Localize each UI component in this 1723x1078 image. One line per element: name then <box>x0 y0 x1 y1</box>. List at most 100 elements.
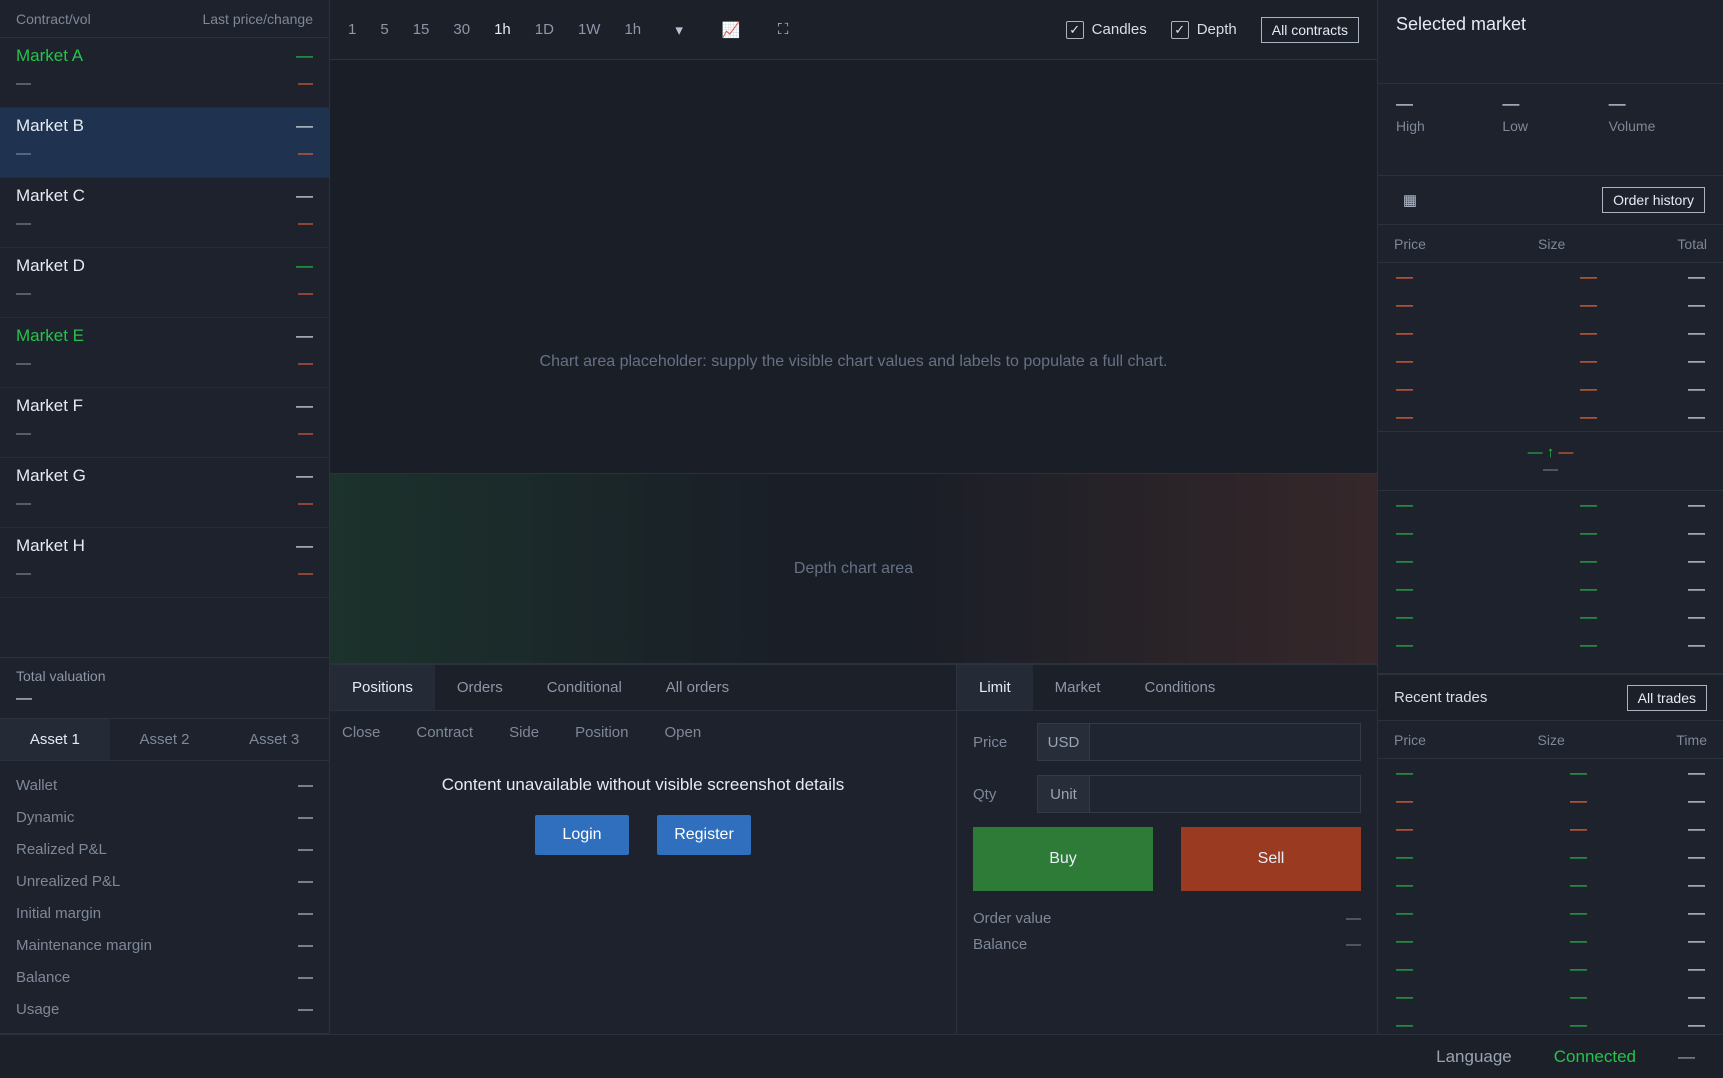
register-button[interactable]: Register <box>657 815 751 855</box>
market-item-selected[interactable]: Market B — — — <box>0 108 329 178</box>
order-history-button[interactable]: Order history <box>1602 187 1705 213</box>
trade-size: — <box>1570 819 1587 838</box>
order-type-tabs: Limit Market Conditions <box>957 665 1377 711</box>
balance-row: Balance — <box>973 931 1361 957</box>
trade-buttons: Buy Sell <box>973 827 1361 891</box>
asset-tabs: Asset 1 Asset 2 Asset 3 <box>0 719 329 761</box>
ask-row[interactable]: — — — <box>1378 375 1723 403</box>
interval-option[interactable]: 1D <box>535 21 554 38</box>
metric-value: — <box>298 776 313 794</box>
chevron-down-icon[interactable]: ▾ <box>665 16 693 44</box>
trade-size: — <box>1570 987 1587 1006</box>
market-price: — <box>296 536 313 555</box>
market-volume: — <box>16 494 31 512</box>
indicator-icon[interactable]: 📈 <box>717 16 745 44</box>
bid-row[interactable]: — — — <box>1378 491 1723 519</box>
bid-price: — <box>1396 607 1413 626</box>
mid-price-change: — <box>1558 444 1574 461</box>
price-input[interactable] <box>1090 724 1360 760</box>
market-item[interactable]: Market C — — — <box>0 178 329 248</box>
all-trades-button[interactable]: All trades <box>1626 684 1707 711</box>
trade-row: — — — <box>1378 759 1723 787</box>
left-panel: Contract/vol Last price/change Market A … <box>0 0 330 1034</box>
market-price: — <box>296 46 313 65</box>
ask-total: — <box>1688 323 1705 342</box>
metric-label: Maintenance margin <box>16 936 152 954</box>
ask-row[interactable]: — — — <box>1378 319 1723 347</box>
interval-option[interactable]: 1 <box>348 21 356 38</box>
market-item[interactable]: Market A — — — <box>0 38 329 108</box>
column-header: Price <box>1394 731 1426 748</box>
depth-toggle[interactable]: ✓ Depth <box>1170 20 1237 39</box>
bid-row[interactable]: — — — <box>1378 603 1723 631</box>
ask-size: — <box>1580 407 1597 426</box>
bid-total: — <box>1688 607 1705 626</box>
trade-time: — <box>1688 987 1705 1006</box>
mid-price: — ↑ — — <box>1378 431 1723 491</box>
candles-toggle[interactable]: ✓ Candles <box>1065 20 1147 39</box>
language-selector[interactable]: Language <box>1436 1047 1512 1067</box>
portfolio-metric-row: Initial margin — <box>16 897 313 929</box>
portfolio-metric-row: Realized P&L — <box>16 833 313 865</box>
market-item[interactable]: Market F — — — <box>0 388 329 458</box>
connection-status: Connected <box>1553 1046 1636 1066</box>
market-item[interactable]: Market G — — — <box>0 458 329 528</box>
bid-row[interactable]: — — — <box>1378 631 1723 659</box>
fullscreen-icon[interactable]: ⛶ <box>769 16 797 44</box>
ask-row[interactable]: — — — <box>1378 263 1723 291</box>
buy-button[interactable]: Buy <box>973 827 1153 891</box>
depth-chart-area[interactable]: Depth chart area <box>330 473 1377 663</box>
ask-row[interactable]: — — — <box>1378 291 1723 319</box>
bid-row[interactable]: — — — <box>1378 547 1723 575</box>
selected-interval[interactable]: 1h <box>624 21 641 38</box>
quantity-input-group: Unit <box>1037 775 1361 813</box>
tab-orders[interactable]: Orders <box>435 665 525 710</box>
all-contracts-button[interactable]: All contracts <box>1260 16 1359 43</box>
trade-time: — <box>1688 847 1705 866</box>
interval-option-selected[interactable]: 1h <box>494 21 511 38</box>
login-button[interactable]: Login <box>535 815 629 855</box>
ask-row[interactable]: — — — <box>1378 403 1723 431</box>
tab-conditional-orders[interactable]: Conditional <box>525 665 644 710</box>
metric-value: — <box>298 1000 313 1018</box>
price-currency: USD <box>1038 724 1090 760</box>
ask-total: — <box>1688 379 1705 398</box>
market-item[interactable]: Market D — — — <box>0 248 329 318</box>
ask-row[interactable]: — — — <box>1378 347 1723 375</box>
price-chart-area[interactable]: Chart area placeholder: supply the visib… <box>330 60 1377 664</box>
market-item[interactable]: Market H — — — <box>0 528 329 598</box>
tab-all-orders[interactable]: All orders <box>644 665 751 710</box>
recent-trades-title: Recent trades <box>1394 689 1488 706</box>
quantity-input[interactable] <box>1090 776 1360 812</box>
asset-tab[interactable]: Asset 2 <box>110 719 220 760</box>
tab-market-order[interactable]: Market <box>1033 665 1123 710</box>
sell-button[interactable]: Sell <box>1181 827 1361 891</box>
mid-price-value: — <box>1527 444 1543 461</box>
order-form: Price USD Qty Unit Buy Sell Order value … <box>957 711 1377 969</box>
portfolio-panel: Total valuation — Asset 1 Asset 2 Asset … <box>0 658 329 1034</box>
interval-option[interactable]: 1W <box>578 21 601 38</box>
market-item[interactable]: Market E — — — <box>0 318 329 388</box>
asset-tab[interactable]: Asset 3 <box>219 719 329 760</box>
order-book-layout-icon[interactable]: ▦ <box>1396 186 1424 214</box>
ask-price: — <box>1396 323 1413 342</box>
interval-option[interactable]: 5 <box>380 21 388 38</box>
interval-option[interactable]: 30 <box>453 21 470 38</box>
bid-size: — <box>1580 495 1597 514</box>
tab-limit-order[interactable]: Limit <box>957 665 1033 710</box>
ask-size: — <box>1580 267 1597 286</box>
tab-positions[interactable]: Positions <box>330 665 435 710</box>
interval-option[interactable]: 15 <box>413 21 430 38</box>
metric-value: — <box>298 936 313 954</box>
status-bar: Language Connected — <box>0 1034 1723 1078</box>
auth-actions: Login Register <box>330 815 956 855</box>
bid-row[interactable]: — — — <box>1378 519 1723 547</box>
recent-trades-header: Recent trades All trades <box>1378 675 1723 721</box>
tab-order-conditions[interactable]: Conditions <box>1123 665 1238 710</box>
checkbox-icon: ✓ <box>1065 20 1084 39</box>
trade-row: — — — <box>1378 927 1723 955</box>
bid-row[interactable]: — — — <box>1378 575 1723 603</box>
market-symbol: Market E <box>16 326 85 345</box>
asset-tab[interactable]: Asset 1 <box>0 719 110 760</box>
bid-total: — <box>1688 579 1705 598</box>
